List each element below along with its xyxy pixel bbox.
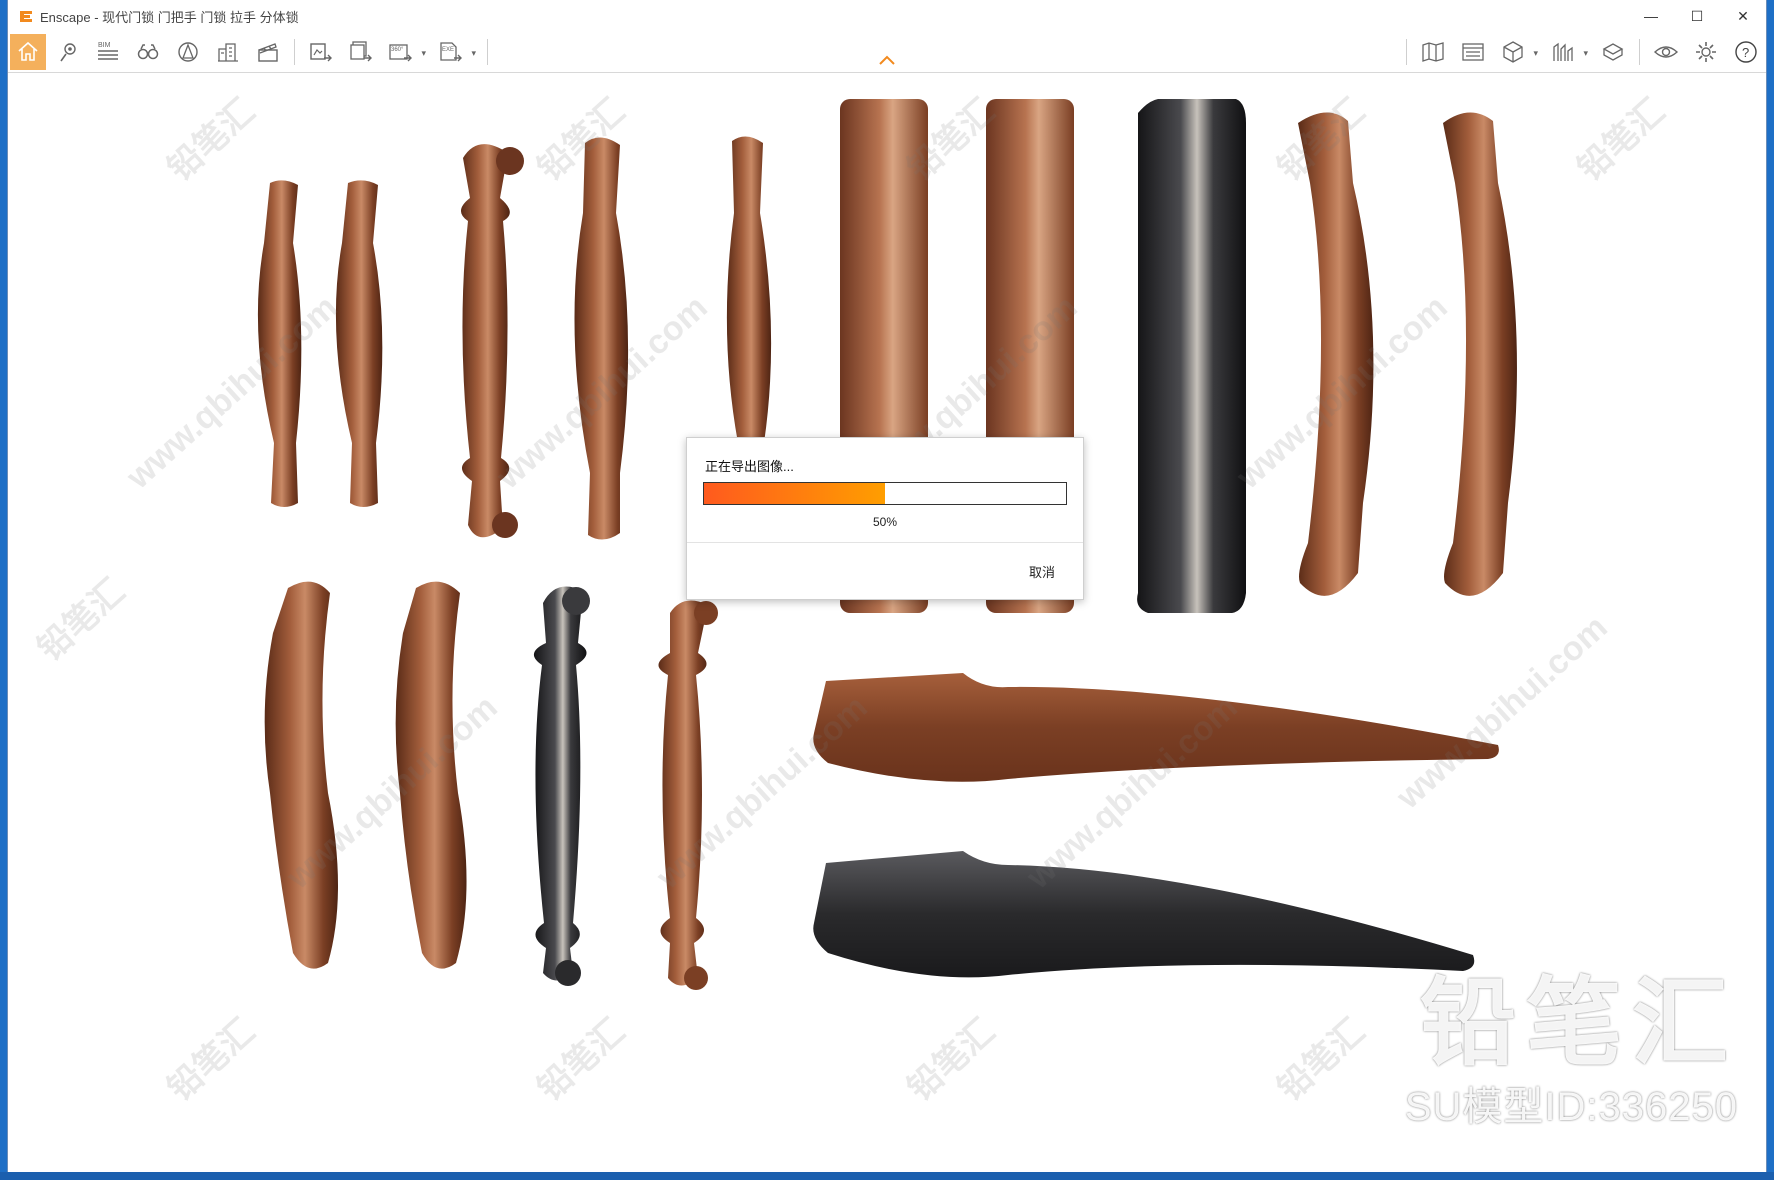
map-icon: [1422, 42, 1444, 62]
title-bar[interactable]: Enscape - 现代门锁 门把手 门锁 拉手 分体锁 — ☐ ✕: [8, 0, 1766, 32]
brand-name: 铅笔汇: [1420, 970, 1738, 1077]
toolbar-separator: [294, 39, 295, 65]
cancel-button[interactable]: 取消: [1029, 562, 1055, 581]
visual-settings-button[interactable]: ▾: [1545, 34, 1588, 70]
chevron-down-icon[interactable]: ▾: [421, 48, 426, 59]
asset-library-button[interactable]: [1595, 34, 1631, 70]
toolbar-separator: [1639, 39, 1640, 65]
site-context-button[interactable]: [210, 34, 246, 70]
chevron-down-icon[interactable]: ▾: [471, 48, 476, 59]
toolbar-separator: [487, 39, 488, 65]
progress-bar: [703, 482, 1067, 505]
panorama-label: 360°: [391, 47, 404, 53]
help-icon: ?: [1735, 41, 1757, 63]
home-button[interactable]: [10, 34, 46, 70]
desktop-taskbar-edge: [0, 1172, 1774, 1180]
help-label: ?: [1742, 45, 1749, 60]
view-options-button[interactable]: [1648, 34, 1684, 70]
atlas-button[interactable]: [170, 34, 206, 70]
progress-percentage: 50%: [872, 515, 898, 529]
screenshot-button[interactable]: [303, 34, 339, 70]
export-progress-dialog: 正在导出图像... 50% 取消: [686, 437, 1084, 600]
export-exe-icon: EXE: [440, 42, 462, 62]
batch-render-button[interactable]: [343, 34, 379, 70]
enscape-toolbar: BIM 360° ▾ EXE ▾ ▾ ▾ ?: [8, 32, 1766, 73]
gear-icon: [1696, 42, 1716, 62]
map-button[interactable]: [1415, 34, 1451, 70]
cube-icon: [1503, 41, 1523, 63]
export-image-icon: [310, 43, 332, 62]
collapse-toolbar-chevron-icon[interactable]: [878, 54, 896, 66]
close-button[interactable]: ✕: [1720, 0, 1766, 32]
bim-label: BIM: [98, 42, 111, 49]
settings-button[interactable]: [1688, 34, 1724, 70]
material-editor-icon: [1462, 43, 1484, 61]
panorama-button[interactable]: 360° ▾: [383, 34, 426, 70]
location-pin-icon: [60, 43, 76, 62]
asset-library-icon: [1602, 43, 1624, 61]
views-button[interactable]: [50, 34, 86, 70]
brand-watermark: 铅笔汇 SU模型ID:336250: [1405, 974, 1738, 1132]
walk-mode-button[interactable]: [130, 34, 166, 70]
bim-button[interactable]: BIM: [90, 34, 126, 70]
buildings-icon: [218, 43, 238, 62]
dialog-divider: [687, 542, 1083, 543]
visual-settings-icon: [1553, 42, 1573, 61]
chevron-down-icon[interactable]: ▾: [1583, 48, 1588, 59]
eye-icon: [1653, 46, 1679, 58]
export-exe-button[interactable]: EXE ▾: [433, 34, 476, 70]
material-editor-button[interactable]: [1455, 34, 1491, 70]
export-panorama-icon: 360°: [389, 44, 412, 62]
maximize-button[interactable]: ☐: [1674, 0, 1720, 32]
enscape-logo-icon: [20, 11, 32, 22]
minimize-button[interactable]: —: [1628, 0, 1674, 32]
toolbar-separator: [1406, 39, 1407, 65]
render-viewport[interactable]: 铅笔汇 www.qbihui.com 铅笔汇 www.qbihui.com 铅笔…: [8, 73, 1766, 1172]
objects-button[interactable]: ▾: [1495, 34, 1538, 70]
dialog-title: 正在导出图像...: [705, 459, 794, 474]
model-id-text: SU模型ID:336250: [1404, 1085, 1738, 1129]
binoculars-icon: [137, 44, 159, 60]
bim-icon: BIM: [98, 42, 118, 60]
batch-export-icon: [350, 41, 372, 62]
progress-fill: [704, 483, 885, 504]
chevron-down-icon[interactable]: ▾: [1533, 48, 1538, 59]
window-title: Enscape - 现代门锁 门把手 门锁 拉手 分体锁: [40, 9, 299, 25]
enscape-window: Enscape - 现代门锁 门把手 门锁 拉手 分体锁 — ☐ ✕ BIM 3…: [8, 0, 1766, 1172]
window-controls: — ☐ ✕: [1628, 0, 1766, 32]
clapperboard-icon: [258, 43, 278, 62]
exe-label: EXE: [442, 47, 454, 53]
atlas-icon: [178, 42, 198, 62]
help-button[interactable]: ?: [1728, 34, 1764, 70]
home-icon: [18, 41, 38, 61]
video-editor-button[interactable]: [250, 34, 286, 70]
